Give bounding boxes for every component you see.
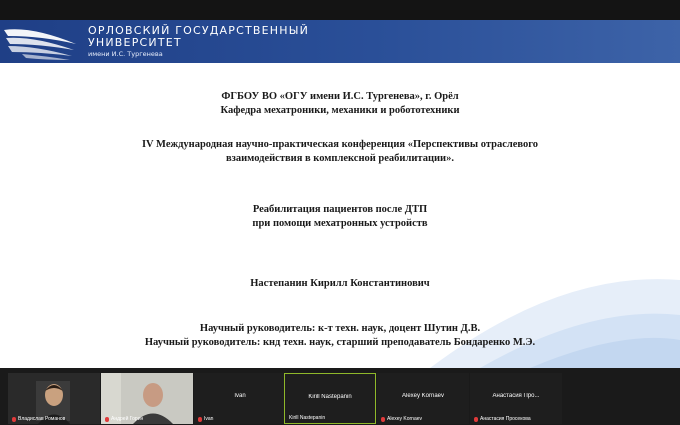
mic-muted-icon [198, 416, 202, 422]
participant-center-name: Анастасия Про... [492, 393, 540, 399]
department-line: Кафедра мехатроники, механики и робототе… [220, 105, 460, 116]
participant-center-name: Kirill Nastepanin [308, 394, 352, 400]
participant-center-name: Ivan [234, 393, 246, 399]
participant-label: Анастасия Просекова [474, 416, 531, 422]
conference-line-1: IV Международная научно-практическая кон… [141, 139, 539, 150]
participant-tile[interactable]: Alexey Kornaev Alexey Kornaev [377, 373, 469, 424]
supervisor-line-2: Научный руководитель: кнд техн. наук, ст… [144, 337, 536, 348]
mic-muted-icon [105, 416, 109, 422]
shared-screen-slide: ОРЛОВСКИЙ ГОСУДАРСТВЕННЫЙ УНИВЕРСИТЕТ им… [0, 20, 680, 368]
participant-center-name: Alexey Kornaev [401, 393, 445, 399]
participant-tile[interactable]: Андрей Горин [101, 373, 193, 424]
participant-tile[interactable]: Ivan Ivan [194, 373, 286, 424]
participant-tile[interactable]: Анастасия Про... Анастасия Просекова [470, 373, 562, 424]
conference-line-2: взаимодействия в комплексной реабилитаци… [225, 153, 454, 164]
talk-title-line-1: Реабилитация пациентов после ДТП [252, 204, 428, 215]
author-name: Настепанин Кирилл Константинович [250, 278, 430, 289]
participant-tile[interactable]: Владислав Романов [8, 373, 100, 424]
decorative-swoosh-icon [430, 279, 680, 368]
organization-line: ФГБОУ ВО «ОГУ имени И.С. Тургенева», г. … [221, 91, 459, 102]
participant-label: Андрей Горин [105, 416, 143, 422]
talk-title-line-2: при помощи мехатронных устройств [252, 218, 428, 229]
mic-muted-icon [12, 416, 16, 422]
meeting-top-bar [0, 0, 680, 20]
mic-muted-icon [381, 416, 385, 422]
participant-label: Kirill Nastepanin [289, 415, 326, 421]
participant-tile-active-speaker[interactable]: Kirill Nastepanin Kirill Nastepanin [284, 373, 376, 424]
supervisor-line-1: Научный руководитель: к-т техн. наук, до… [199, 323, 481, 334]
participant-label: Ivan [198, 416, 213, 422]
mic-muted-icon [474, 416, 478, 422]
participant-label: Alexey Kornaev [381, 416, 422, 422]
participant-label: Владислав Романов [12, 416, 65, 422]
